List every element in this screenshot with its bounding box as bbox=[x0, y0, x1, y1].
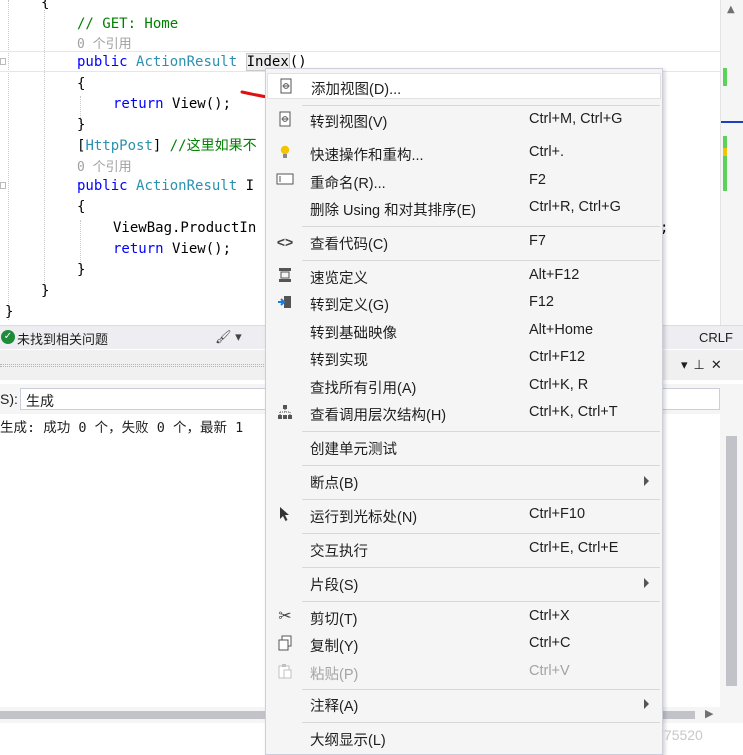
menu-item-go-to-definition[interactable]: 转到定义(G) F12 bbox=[267, 290, 661, 316]
code-line: { bbox=[77, 199, 86, 215]
code-icon: <> bbox=[276, 234, 294, 250]
scissors-icon: ✂ bbox=[278, 608, 292, 625]
code-line: 0 个引用 bbox=[77, 157, 132, 178]
menu-item-outlining[interactable]: 大纲显示(L) bbox=[267, 725, 661, 751]
menu-item-breakpoint[interactable]: 断点(B) bbox=[267, 468, 661, 494]
cursor-icon bbox=[276, 506, 294, 524]
change-marker bbox=[723, 68, 727, 86]
submenu-arrow-icon bbox=[644, 476, 649, 486]
indent-guide bbox=[8, 0, 9, 320]
editor-vertical-scrollbar[interactable]: ▲ bbox=[720, 0, 743, 325]
menu-separator bbox=[302, 105, 660, 106]
code-line: // GET: Home bbox=[77, 14, 178, 35]
menu-item-go-to-view[interactable]: 转到视图(V) Ctrl+M, Ctrl+G bbox=[267, 107, 661, 133]
dropdown-arrow-icon[interactable]: ▾ bbox=[681, 358, 694, 373]
menu-item-rename[interactable]: 重命名(R)... F2 bbox=[267, 168, 661, 194]
menu-separator bbox=[302, 567, 660, 568]
output-vertical-scrollbar[interactable] bbox=[720, 414, 743, 707]
change-marker bbox=[723, 136, 727, 191]
lightbulb-icon bbox=[276, 144, 294, 162]
menu-separator bbox=[302, 226, 660, 227]
menu-separator bbox=[302, 465, 660, 466]
menu-item-comment[interactable]: 注释(A) bbox=[267, 691, 661, 717]
submenu-arrow-icon bbox=[644, 699, 649, 709]
code-line: { bbox=[41, 0, 50, 11]
menu-item-add-view[interactable]: 添加视图(D)... bbox=[267, 73, 661, 99]
code-line: } bbox=[77, 262, 86, 278]
menu-item-execute-interactive[interactable]: 交互执行 Ctrl+E, Ctrl+E bbox=[267, 536, 661, 562]
menu-item-view-code[interactable]: <> 查看代码(C) F7 bbox=[267, 229, 661, 255]
panel-window-controls[interactable]: ▾⊥✕ bbox=[681, 358, 728, 373]
check-circle-icon: ✓ bbox=[1, 330, 15, 344]
scroll-up-arrow-icon[interactable]: ▲ bbox=[727, 4, 735, 15]
menu-item-copy[interactable]: 复制(Y) Ctrl+C bbox=[267, 631, 661, 657]
warning-marker bbox=[723, 148, 727, 156]
menu-separator bbox=[302, 260, 660, 261]
menu-item-cut[interactable]: ✂ 剪切(T) Ctrl+X bbox=[267, 604, 661, 630]
scroll-right-arrow-icon[interactable]: ▶ bbox=[705, 707, 713, 720]
menu-item-remove-sort-usings[interactable]: 删除 Using 和对其排序(E) Ctrl+R, Ctrl+G bbox=[267, 195, 661, 221]
menu-item-go-to-implementation[interactable]: 转到实现 Ctrl+F12 bbox=[267, 345, 661, 371]
submenu-arrow-icon bbox=[644, 578, 649, 588]
add-view-icon bbox=[277, 78, 295, 96]
panel-grip[interactable] bbox=[0, 364, 270, 367]
code-line: } bbox=[41, 283, 50, 299]
show-output-from-label: S): bbox=[0, 391, 18, 407]
fold-toggle[interactable] bbox=[0, 182, 6, 189]
menu-separator bbox=[302, 533, 660, 534]
code-line: return View(); bbox=[113, 241, 232, 257]
code-line: { bbox=[77, 76, 86, 92]
menu-item-run-to-cursor[interactable]: 运行到光标处(N) Ctrl+F10 bbox=[267, 502, 661, 528]
pin-icon[interactable]: ⊥ bbox=[694, 358, 711, 373]
menu-separator bbox=[302, 499, 660, 500]
reference-count-link[interactable]: 0 个引用 bbox=[77, 160, 132, 175]
scroll-thumb[interactable] bbox=[726, 436, 737, 686]
reference-count-link[interactable]: 0 个引用 bbox=[77, 37, 132, 52]
code-line: return View(); bbox=[113, 96, 232, 112]
line-ending-indicator[interactable]: CRLF bbox=[699, 330, 733, 345]
code-line: } bbox=[5, 304, 14, 320]
issues-status-text[interactable]: 未找到相关问题 bbox=[17, 329, 108, 348]
menu-separator bbox=[302, 689, 660, 690]
go-to-definition-icon bbox=[276, 294, 294, 312]
menu-item-go-to-base[interactable]: 转到基础映像 Alt+Home bbox=[267, 318, 661, 344]
call-hierarchy-icon bbox=[276, 404, 294, 422]
context-menu: 添加视图(D)... 转到视图(V) Ctrl+M, Ctrl+G 快速操作和重… bbox=[265, 68, 663, 755]
comment-text: // GET: Home bbox=[77, 16, 179, 32]
code-line: ViewBag.ProductIn bbox=[113, 220, 257, 236]
go-to-view-icon bbox=[276, 111, 294, 129]
menu-separator bbox=[302, 722, 660, 723]
menu-item-create-unit-tests[interactable]: 创建单元测试 bbox=[267, 434, 661, 460]
brush-dropdown-icon[interactable]: 🖌 ▾ bbox=[215, 329, 242, 345]
menu-item-find-all-references[interactable]: 查找所有引用(A) Ctrl+K, R bbox=[267, 373, 661, 399]
menu-separator bbox=[302, 431, 660, 432]
menu-item-call-hierarchy[interactable]: 查看调用层次结构(H) Ctrl+K, Ctrl+T bbox=[267, 400, 661, 426]
menu-item-snippets[interactable]: 片段(S) bbox=[267, 570, 661, 596]
menu-item-paste[interactable]: 粘贴(P) Ctrl+V bbox=[267, 659, 661, 685]
close-icon[interactable]: ✕ bbox=[711, 358, 728, 373]
copy-icon bbox=[276, 635, 294, 653]
menu-item-quick-actions[interactable]: 快速操作和重构... Ctrl+. bbox=[267, 140, 661, 166]
menu-separator bbox=[302, 601, 660, 602]
code-line: } bbox=[77, 117, 86, 133]
menu-item-peek-definition[interactable]: 速览定义 Alt+F12 bbox=[267, 263, 661, 289]
code-line: [HttpPost] //这里如果不 bbox=[77, 138, 257, 154]
build-result-line: 生成: 成功 0 个，失败 0 个，最新 1 bbox=[0, 420, 244, 436]
caret-position-marker bbox=[721, 121, 743, 123]
peek-definition-icon bbox=[276, 267, 294, 285]
rename-icon bbox=[276, 172, 294, 190]
code-line: public ActionResult I bbox=[77, 178, 255, 194]
paste-icon bbox=[276, 663, 294, 681]
